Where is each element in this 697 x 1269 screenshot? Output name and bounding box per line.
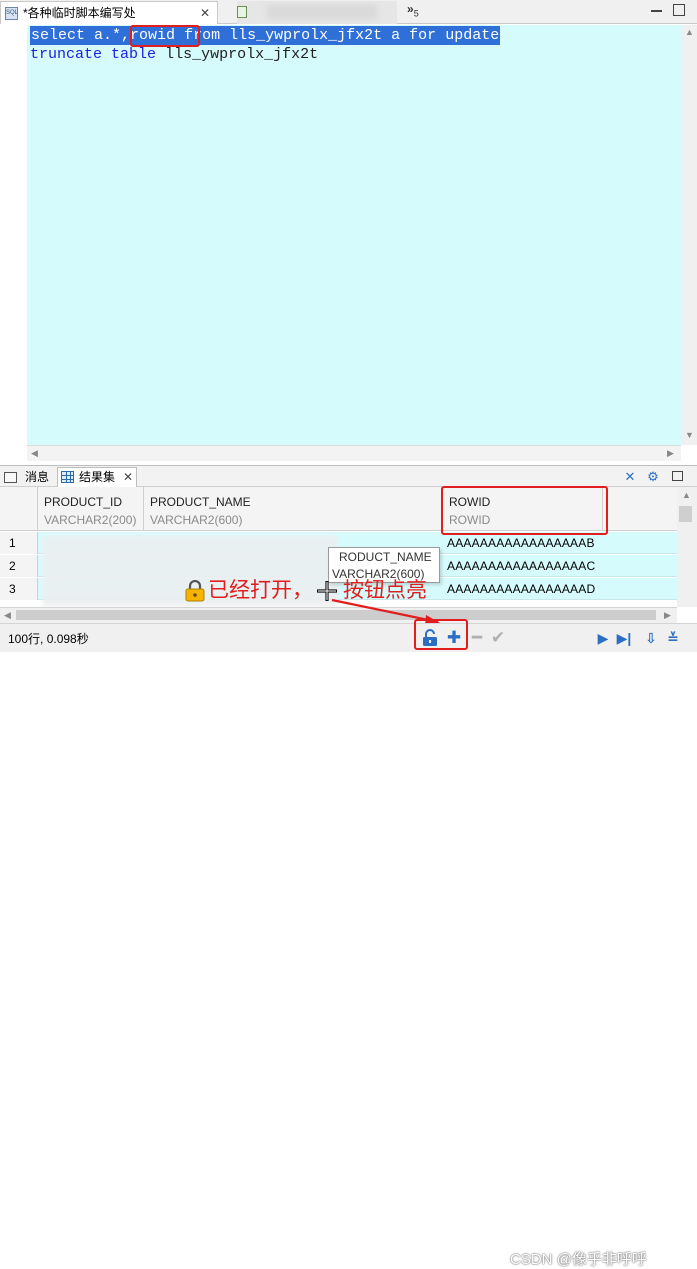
grid-icon bbox=[61, 471, 74, 483]
fetch-next-icon[interactable]: ▶ bbox=[594, 629, 612, 647]
keyword-update: update bbox=[445, 27, 500, 44]
watermark: CSDN @像乎非呼呼 bbox=[510, 1251, 647, 1268]
row-number: 2 bbox=[0, 555, 38, 577]
row-number: 1 bbox=[0, 532, 38, 554]
code-text: a.*, bbox=[85, 27, 131, 44]
rowid-highlight-box bbox=[130, 25, 200, 47]
editor-tab-bar: SQL *各种临时脚本编写处 ✕ »5 bbox=[0, 0, 697, 24]
overflow-count: 5 bbox=[413, 8, 419, 19]
toolbar-highlight-box bbox=[414, 619, 468, 650]
sql-file-icon: SQL bbox=[5, 7, 18, 20]
scroll-left-icon[interactable]: ◀ bbox=[4, 610, 11, 621]
rowid-column-highlight-box bbox=[441, 486, 608, 535]
keyword-truncate: truncate bbox=[30, 46, 103, 63]
sort-icon[interactable]: ≚ bbox=[664, 629, 682, 647]
code-line-2[interactable]: truncate table lls_ywprolx_jfx2t bbox=[30, 45, 318, 64]
fetch-all-icon[interactable]: ▶| bbox=[615, 629, 633, 647]
row-number: 3 bbox=[0, 578, 38, 600]
editor-gutter bbox=[0, 25, 27, 445]
scroll-right-icon[interactable]: ▶ bbox=[664, 610, 671, 621]
rowid-cell[interactable]: AAAAAAAAAAAAAAAAAC bbox=[447, 555, 595, 577]
code-table: lls_ywprolx_jfx2t bbox=[229, 27, 383, 44]
delete-row-icon[interactable]: ━ bbox=[468, 629, 486, 647]
export-icon[interactable]: ⇩ bbox=[642, 629, 660, 647]
messages-icon bbox=[4, 472, 17, 483]
scroll-left-icon[interactable]: ◀ bbox=[31, 448, 38, 459]
scroll-up-icon[interactable]: ▲ bbox=[685, 27, 694, 37]
pin-icon[interactable]: ⚙ bbox=[645, 469, 661, 485]
tooltip-column-name: RODUCT_NAME bbox=[339, 550, 432, 564]
maximize-icon[interactable] bbox=[673, 4, 685, 16]
file-icon bbox=[237, 6, 247, 18]
minimize-icon[interactable] bbox=[650, 4, 664, 18]
tab-results[interactable]: 结果集 ✕ bbox=[57, 467, 137, 487]
tab-messages-label: 消息 bbox=[25, 470, 50, 484]
editor-horizontal-scrollbar[interactable]: ◀ ▶ bbox=[27, 445, 681, 461]
annotation-part1: 已经打开， bbox=[208, 579, 313, 602]
column-type: VARCHAR2(600) bbox=[150, 513, 243, 527]
row-number-header bbox=[0, 487, 38, 531]
column-header-product-id[interactable]: PRODUCT_ID VARCHAR2(200) bbox=[38, 487, 144, 531]
grid-vertical-scrollbar[interactable]: ▲ bbox=[677, 487, 697, 607]
column-name: PRODUCT_ID bbox=[44, 495, 123, 509]
column-type: VARCHAR2(200) bbox=[44, 513, 137, 527]
rowid-cell[interactable]: AAAAAAAAAAAAAAAAAD bbox=[447, 578, 595, 600]
close-icon[interactable]: ✕ bbox=[198, 6, 212, 20]
commit-icon[interactable]: ✔ bbox=[489, 629, 507, 647]
column-header-product-name[interactable]: PRODUCT_NAME VARCHAR2(600) bbox=[144, 487, 443, 531]
blurred-tab-label bbox=[267, 5, 377, 19]
code-line-1[interactable]: select a.*,rowid from lls_ywprolx_jfx2t … bbox=[30, 26, 501, 45]
tab-results-label: 结果集 bbox=[79, 470, 116, 484]
status-text: 100行, 0.098秒 bbox=[8, 632, 89, 646]
scroll-right-icon[interactable]: ▶ bbox=[667, 448, 674, 459]
editor-tab-active[interactable]: SQL *各种临时脚本编写处 ✕ bbox=[0, 1, 218, 24]
collapse-icon[interactable]: ✕ bbox=[622, 469, 638, 485]
scroll-up-icon[interactable]: ▲ bbox=[682, 490, 691, 500]
editor-tab-inactive[interactable] bbox=[237, 1, 397, 24]
keyword-select: select bbox=[31, 27, 86, 44]
status-bar: 100行, 0.098秒 ✚ ━ ✔ CSDN @像乎非呼呼 ▶ ▶| ⇩ ≚ bbox=[0, 623, 697, 1268]
maximize-icon[interactable] bbox=[672, 471, 683, 481]
tab-overflow-button[interactable]: »5 bbox=[407, 2, 419, 18]
editor-vertical-scrollbar[interactable]: ▲ ▼ bbox=[681, 25, 697, 445]
keyword-table: table bbox=[111, 46, 157, 63]
column-name: PRODUCT_NAME bbox=[150, 495, 251, 509]
code-table: lls_ywprolx_jfx2t bbox=[165, 46, 319, 63]
keyword-for: for bbox=[409, 27, 437, 44]
unlocked-lock-icon bbox=[185, 580, 205, 602]
code-alias: a bbox=[391, 27, 401, 44]
results-view-tabs: 消息 结果集 ✕ ✕ ⚙ bbox=[0, 465, 697, 487]
double-chevron-icon: » bbox=[407, 2, 414, 16]
scroll-down-icon[interactable]: ▼ bbox=[685, 430, 694, 440]
sql-editor[interactable]: select a.*,rowid from lls_ywprolx_jfx2t … bbox=[27, 25, 681, 445]
close-icon[interactable]: ✕ bbox=[121, 470, 135, 484]
rowid-cell[interactable]: AAAAAAAAAAAAAAAAAB bbox=[447, 532, 595, 554]
grid-vertical-scroll-thumb[interactable] bbox=[679, 506, 692, 522]
editor-tab-label: *各种临时脚本编写处 bbox=[23, 6, 136, 20]
